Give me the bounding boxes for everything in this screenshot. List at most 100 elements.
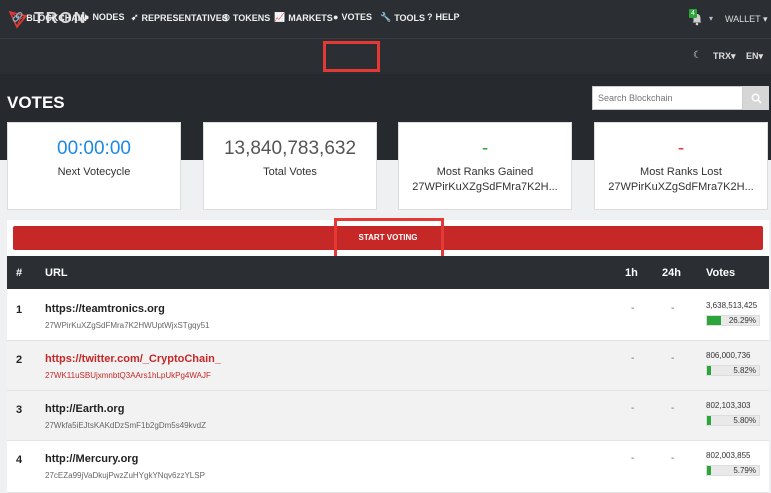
question-icon: ? (427, 12, 433, 22)
table-row: 4 http://Mercury.org 27cEZa99jVaDkujPwzZ… (7, 441, 769, 493)
table-header: # URL 1h 24h Votes (7, 256, 769, 289)
row-24h: - (671, 303, 675, 314)
row-votes: 3,638,513,425 (706, 301, 758, 310)
card-next-votecycle: 00:00:00 Next Votecycle (7, 122, 181, 210)
header-1h: 1h (625, 267, 638, 279)
nav-tools[interactable]: 🔧 TOOLS (380, 12, 425, 23)
row-address-link[interactable]: 27cEZa99jVaDkujPwzZuHYgkYNqv6zzYLSP (45, 471, 205, 480)
language-label: EN (746, 51, 759, 61)
row-24h: - (671, 353, 675, 364)
vote-share-percent: 5.82% (733, 366, 756, 375)
notification-badge: 4 (689, 9, 697, 18)
row-24h: - (671, 403, 675, 414)
nav-markets[interactable]: 📈 MARKETS (274, 12, 333, 23)
search-button[interactable] (743, 86, 769, 110)
nav-blockchain[interactable]: 🔗 BLOCKCHAIN (12, 12, 87, 23)
chevron-down-icon: ▾ (763, 14, 768, 24)
row-rank: 1 (16, 304, 23, 316)
table-row: 3 http://Earth.org 27Wkfa5iEJtsKAKdDzSmF… (7, 391, 769, 441)
row-rank: 2 (16, 354, 23, 366)
row-address-link[interactable]: 27WPirKuXZgSdFMra7K2HWUptWjxSTgqy51 (45, 321, 210, 330)
wallet-label: WALLET (725, 14, 761, 24)
nav-label: MARKETS (288, 12, 333, 23)
vote-share-fill (707, 316, 721, 325)
header-rank: # (16, 267, 23, 279)
card-total-votes: 13,840,783,632 Total Votes (203, 122, 377, 210)
card-value: 13,840,783,632 (223, 138, 357, 159)
map-marker-icon: ● (84, 12, 90, 22)
row-24h: - (671, 453, 675, 464)
votes-highlight-box (323, 41, 380, 72)
row-votes: 806,000,736 (706, 351, 751, 360)
row-url-link[interactable]: http://Mercury.org (45, 453, 138, 465)
search-input[interactable] (592, 86, 743, 110)
vote-share-fill (707, 366, 711, 375)
row-rank: 4 (16, 454, 23, 466)
chart-icon: 📈 (274, 12, 286, 22)
wrench-icon: 🔧 (380, 12, 392, 22)
vote-share-fill (707, 466, 711, 475)
nav-help[interactable]: ? HELP (427, 12, 460, 22)
chevron-down-icon: ▾ (758, 51, 764, 61)
row-votes: 802,003,855 (706, 451, 751, 460)
card-most-ranks-lost: - Most Ranks Lost 27WPirKuXZgSdFMra7K2H.… (594, 122, 768, 210)
card-label: Most Ranks Gained (436, 166, 534, 178)
moon-icon[interactable]: ☾ (693, 50, 702, 61)
card-value: - (481, 138, 489, 159)
comment-icon: ● (333, 12, 339, 22)
vote-share-percent: 26.29% (728, 316, 756, 325)
card-most-ranks-gained: - Most Ranks Gained 27WPirKuXZgSdFMra7K2… (398, 122, 572, 210)
card-label: Most Ranks Lost (640, 166, 722, 178)
language-selector[interactable]: EN▾ (746, 51, 763, 62)
start-voting-highlight-box (334, 218, 444, 261)
vote-share-fill (707, 416, 711, 425)
row-votes: 802,103,303 (706, 401, 751, 410)
page-title: VOTES (7, 93, 65, 112)
link-icon: 🔗 (12, 12, 24, 22)
row-1h: - (631, 353, 635, 364)
nav-label: HELP (435, 12, 460, 22)
header-votes: Votes (706, 267, 736, 279)
row-1h: - (631, 303, 635, 314)
row-rank: 3 (16, 404, 23, 416)
rocket-icon: ➹ (131, 12, 139, 22)
header-24h: 24h (662, 267, 681, 279)
vote-share-bar: 5.82% (706, 365, 760, 376)
row-url-link[interactable]: https://twitter.com/_CryptoChain_ (45, 353, 221, 365)
vote-share-bar: 26.29% (706, 315, 760, 326)
table-row: 2 https://twitter.com/_CryptoChain_ 27WK… (7, 341, 769, 391)
row-address-link[interactable]: 27WK11uSBUjxmnbtQ3AArs1hLpUkPg4WAJF (45, 371, 211, 380)
nav-votes[interactable]: ● VOTES (333, 12, 372, 22)
card-label: Total Votes (263, 166, 317, 178)
vote-share-percent: 5.79% (733, 466, 756, 475)
nav-label: REPRESENTATIVES (141, 12, 228, 23)
nav-label: VOTES (341, 12, 372, 22)
nav-nodes[interactable]: ● NODES (84, 12, 124, 22)
vote-share-bar: 5.79% (706, 465, 760, 476)
nav-label: TOOLS (394, 12, 426, 23)
card-address[interactable]: 27WPirKuXZgSdFMra7K2H... (399, 181, 571, 193)
wallet-menu[interactable]: WALLET ▾ (725, 14, 768, 25)
card-value: - (677, 138, 685, 159)
table-row: 1 https://teamtronics.org 27WPirKuXZgSdF… (7, 291, 769, 341)
row-1h: - (631, 403, 635, 414)
header-url: URL (45, 267, 68, 279)
card-label: Next Votecycle (57, 166, 131, 178)
row-address-link[interactable]: 27Wkfa5iEJtsKAKdDzSmF1b2gDm5s49kvdZ (45, 421, 206, 430)
vote-share-percent: 5.80% (733, 416, 756, 425)
nav-label: TOKENS (232, 12, 271, 23)
nav-tokens[interactable]: ◎ TOKENS (222, 12, 270, 23)
currency-selector[interactable]: TRX▾ (713, 51, 736, 62)
row-url-link[interactable]: https://teamtronics.org (45, 303, 165, 315)
card-address[interactable]: 27WPirKuXZgSdFMra7K2H... (595, 181, 767, 193)
token-icon: ◎ (222, 12, 230, 22)
nav-label: NODES (92, 12, 125, 22)
nav-representatives[interactable]: ➹ REPRESENTATIVES (131, 12, 228, 23)
row-url-link[interactable]: http://Earth.org (45, 403, 124, 415)
chevron-down-icon[interactable]: ▾ (709, 14, 713, 23)
chevron-down-icon: ▾ (731, 51, 736, 61)
currency-label: TRX (713, 51, 731, 61)
vote-share-bar: 5.80% (706, 415, 760, 426)
search-icon (751, 93, 762, 104)
row-1h: - (631, 453, 635, 464)
